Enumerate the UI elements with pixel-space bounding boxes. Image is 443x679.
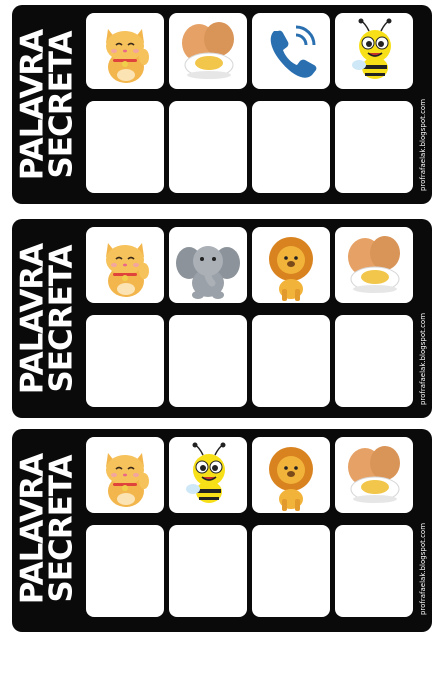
- picture-tile-elephant: [169, 227, 247, 303]
- letter-box[interactable]: [86, 315, 164, 407]
- title-line-2: SECRETA: [44, 31, 80, 179]
- letter-box[interactable]: [335, 525, 413, 617]
- card-title: PALAVRA SECRETA: [12, 219, 84, 418]
- blog-credit-text: profrafaelak.blogspot.com: [419, 522, 427, 616]
- word-card-1: PALAVRA SECRETA profrafaelak.blogspot.co…: [12, 5, 432, 204]
- word-card-3: PALAVRA SECRETA profrafaelak.blogspot.co…: [12, 429, 432, 632]
- bee-icon: [169, 437, 247, 513]
- picture-tile-lion: [252, 227, 330, 303]
- title-line-2: SECRETA: [44, 455, 80, 603]
- letter-box[interactable]: [86, 525, 164, 617]
- letter-box[interactable]: [335, 315, 413, 407]
- cat-icon: [86, 227, 164, 303]
- cat-icon: [86, 13, 164, 89]
- title-line-2: SECRETA: [44, 245, 80, 393]
- letter-box[interactable]: [335, 101, 413, 193]
- picture-tile-lion: [252, 437, 330, 513]
- picture-tile-cat: [86, 13, 164, 89]
- word-card-2: PALAVRA SECRETA profrafaelak.blogspot.co…: [12, 219, 432, 418]
- letter-box[interactable]: [252, 315, 330, 407]
- letter-box[interactable]: [252, 525, 330, 617]
- cat-icon: [86, 437, 164, 513]
- picture-tile-egg: [335, 227, 413, 303]
- picture-tile-cat: [86, 437, 164, 513]
- picture-tile-egg: [335, 437, 413, 513]
- picture-tile-bee: [169, 437, 247, 513]
- blog-credit-text: profrafaelak.blogspot.com: [419, 312, 427, 406]
- blog-credit: profrafaelak.blogspot.com: [417, 523, 429, 679]
- egg-icon: [335, 437, 413, 513]
- picture-tile-cat: [86, 227, 164, 303]
- egg-icon: [335, 227, 413, 303]
- letter-box[interactable]: [169, 101, 247, 193]
- picture-tile-bee: [335, 13, 413, 89]
- elephant-icon: [169, 227, 247, 303]
- lion-icon: [252, 227, 330, 303]
- picture-tile-egg: [169, 13, 247, 89]
- card-title: PALAVRA SECRETA: [12, 5, 84, 204]
- picture-tile-phone: [252, 13, 330, 89]
- lion-icon: [252, 437, 330, 513]
- bee-icon: [335, 13, 413, 89]
- letter-box[interactable]: [252, 101, 330, 193]
- letter-box[interactable]: [169, 525, 247, 617]
- egg-icon: [169, 13, 247, 89]
- phone-icon: [252, 13, 330, 89]
- letter-box[interactable]: [86, 101, 164, 193]
- letter-box[interactable]: [169, 315, 247, 407]
- blog-credit-text: profrafaelak.blogspot.com: [419, 98, 427, 192]
- card-title: PALAVRA SECRETA: [12, 429, 84, 628]
